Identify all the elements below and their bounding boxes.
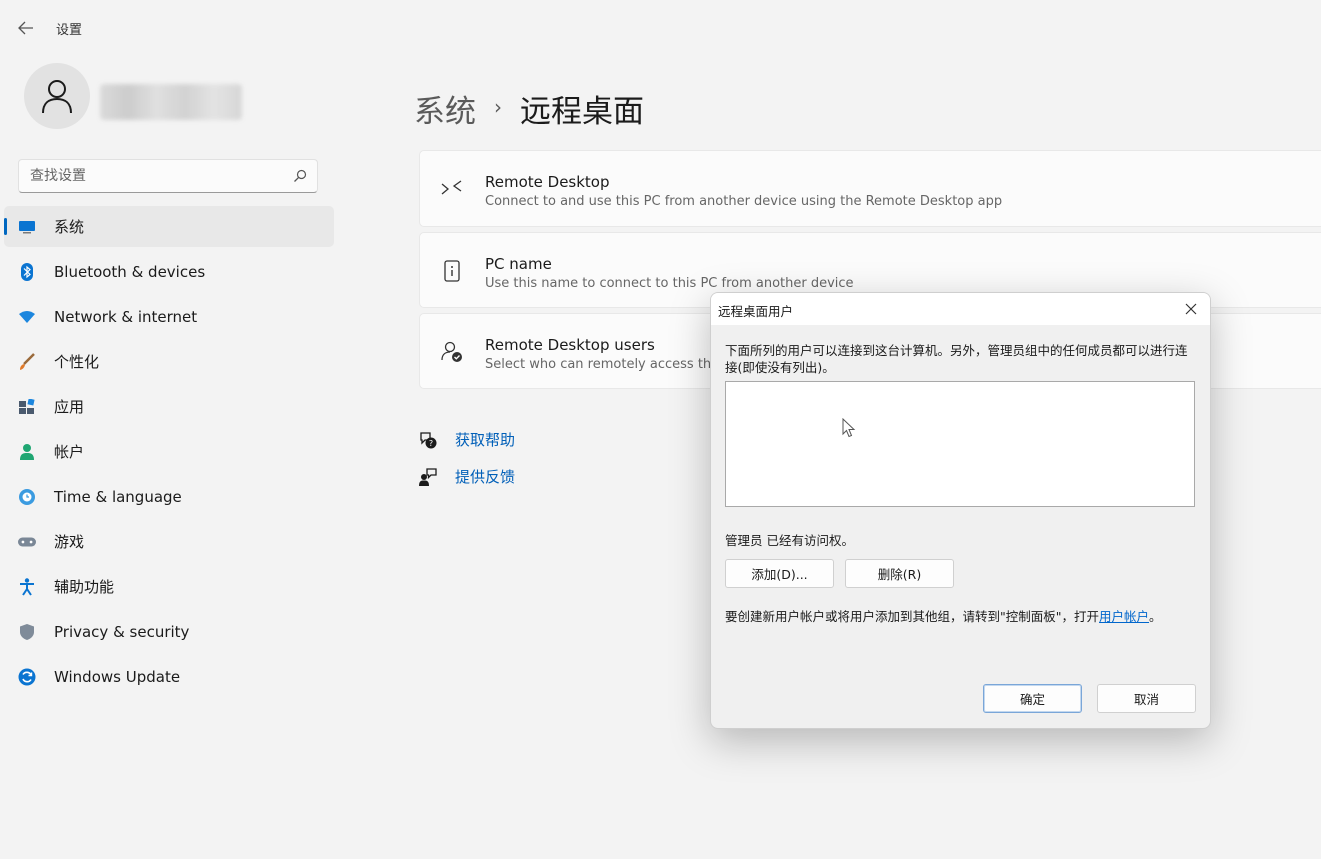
- sidebar-item-bluetooth[interactable]: Bluetooth & devices: [4, 251, 334, 292]
- gamepad-icon: [18, 533, 36, 551]
- sidebar-item-network[interactable]: Network & internet: [4, 296, 334, 337]
- card-subtitle: Connect to and use this PC from another …: [485, 194, 1003, 209]
- sidebar-item-label: 个性化: [54, 353, 100, 371]
- sidebar-item-accounts[interactable]: 帐户: [4, 431, 334, 472]
- link-label: 获取帮助: [455, 431, 516, 449]
- search-box[interactable]: [18, 159, 318, 193]
- wifi-icon: [18, 308, 36, 326]
- note-text: 要创建新用户帐户或将用户添加到其他组，请转到"控制面板"，打开: [725, 609, 1100, 624]
- close-icon: [1185, 303, 1197, 315]
- sidebar-item-label: Network & internet: [54, 307, 198, 326]
- person-icon: [42, 80, 72, 114]
- sidebar-item-label: 帐户: [54, 443, 85, 461]
- breadcrumb-parent[interactable]: 系统: [414, 86, 476, 131]
- active-indicator: [4, 218, 7, 235]
- sidebar-item-label: Time & language: [54, 487, 182, 506]
- remote-desktop-icon: [440, 177, 464, 201]
- sidebar-item-time-language[interactable]: Time & language: [4, 476, 334, 517]
- sidebar-item-windows-update[interactable]: Windows Update: [4, 656, 334, 697]
- user-name-blurred: [100, 84, 242, 120]
- admin-access-text: 管理员 已经有访问权。: [725, 533, 854, 548]
- dialog-title: 远程桌面用户: [718, 304, 794, 319]
- avatar[interactable]: [24, 63, 90, 129]
- pc-info-icon: [440, 259, 464, 283]
- search-input[interactable]: [19, 167, 292, 185]
- sidebar-item-label: 应用: [54, 398, 85, 416]
- users-check-icon: [440, 340, 464, 364]
- card-title: Remote Desktop users: [485, 336, 655, 354]
- sidebar-item-label: 辅助功能: [54, 578, 115, 596]
- remove-user-button[interactable]: 删除(R): [845, 559, 954, 588]
- note-end: 。: [1149, 609, 1162, 624]
- sidebar-item-label: 游戏: [54, 533, 85, 551]
- sidebar-item-system[interactable]: 系统: [4, 206, 334, 247]
- sidebar-item-label: 系统: [54, 218, 85, 236]
- feedback-icon: [418, 467, 438, 487]
- give-feedback-link[interactable]: 提供反馈: [418, 466, 515, 487]
- ok-button[interactable]: 确定: [983, 684, 1082, 713]
- shield-icon: [18, 623, 36, 641]
- dialog-description: 下面所列的用户可以连接到这台计算机。另外，管理员组中的任何成员都可以进行连接(即…: [725, 343, 1188, 375]
- sidebar-item-label: Bluetooth & devices: [54, 262, 206, 281]
- back-button[interactable]: [12, 14, 40, 42]
- page-title: 远程桌面: [520, 94, 644, 130]
- sidebar-item-accessibility[interactable]: 辅助功能: [4, 566, 334, 607]
- update-icon: [18, 668, 36, 686]
- help-icon: ?: [418, 430, 438, 450]
- account-icon: [18, 443, 36, 461]
- users-listbox[interactable]: [725, 381, 1195, 507]
- mouse-cursor-icon: [842, 418, 856, 438]
- dialog-close-button[interactable]: [1178, 297, 1204, 321]
- apps-icon: [18, 398, 36, 416]
- card-title: Remote Desktop: [485, 173, 610, 191]
- bluetooth-icon: [18, 262, 36, 281]
- sidebar-item-personalization[interactable]: 个性化: [4, 341, 334, 382]
- accessibility-icon: [18, 577, 36, 596]
- sidebar-item-privacy[interactable]: Privacy & security: [4, 611, 334, 652]
- sidebar-nav: 系统 Bluetooth & devices Network & interne…: [4, 206, 334, 701]
- back-arrow-icon: [18, 21, 33, 35]
- app-title: 设置: [56, 23, 83, 38]
- remote-desktop-users-dialog: 远程桌面用户 下面所列的用户可以连接到这台计算机。另外，管理员组中的任何成员都可…: [710, 292, 1211, 729]
- card-subtitle: Select who can remotely access this PC: [485, 357, 743, 372]
- brush-icon: [18, 352, 36, 371]
- user-accounts-note: 要创建新用户帐户或将用户添加到其他组，请转到"控制面板"，打开用户帐户。: [725, 606, 1162, 625]
- user-accounts-link[interactable]: 用户帐户: [1099, 609, 1149, 624]
- link-label: 提供反馈: [455, 468, 516, 486]
- breadcrumb-separator: ›: [494, 94, 502, 119]
- add-user-button[interactable]: 添加(D)...: [725, 559, 834, 588]
- search-icon[interactable]: [293, 169, 307, 183]
- breadcrumb: 系统 › 远程桌面: [414, 86, 644, 131]
- card-title: PC name: [485, 255, 552, 273]
- svg-text:?: ?: [429, 439, 433, 448]
- remote-desktop-card[interactable]: Remote Desktop Connect to and use this P…: [419, 150, 1321, 227]
- card-subtitle: Use this name to connect to this PC from…: [485, 276, 854, 291]
- get-help-link[interactable]: ? 获取帮助: [418, 429, 515, 450]
- sidebar-item-gaming[interactable]: 游戏: [4, 521, 334, 562]
- system-icon: [18, 218, 36, 236]
- globe-clock-icon: [18, 488, 36, 506]
- cancel-button[interactable]: 取消: [1097, 684, 1196, 713]
- sidebar-item-apps[interactable]: 应用: [4, 386, 334, 427]
- sidebar-item-label: Privacy & security: [54, 622, 190, 641]
- sidebar-item-label: Windows Update: [54, 667, 181, 686]
